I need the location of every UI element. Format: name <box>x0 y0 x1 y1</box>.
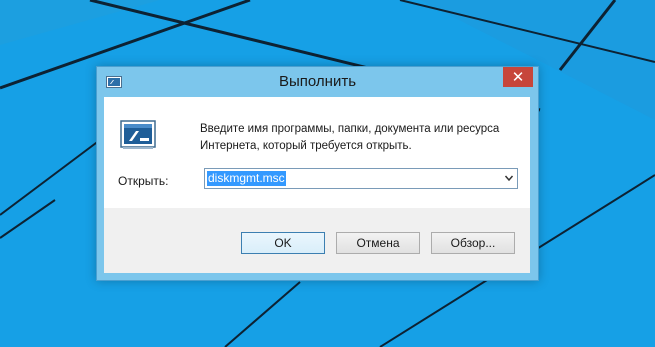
ok-button[interactable]: OK <box>241 232 325 254</box>
command-input[interactable]: diskmgmt.msc <box>204 168 518 189</box>
instruction-text: Введите имя программы, папки, документа … <box>200 123 500 152</box>
cancel-button[interactable]: Отмена <box>336 232 420 254</box>
run-icon <box>120 120 156 149</box>
button-area: OK Отмена Обзор... <box>104 208 530 273</box>
close-icon: ✕ <box>511 68 525 86</box>
dialog-body: Введите имя программы, папки, документа … <box>104 97 530 273</box>
open-label: Открыть: <box>118 174 169 188</box>
close-button[interactable]: ✕ <box>503 67 533 87</box>
run-dialog: Выполнить ✕ Введите имя программы, папки… <box>96 66 539 281</box>
chevron-down-icon[interactable] <box>504 172 514 184</box>
browse-button[interactable]: Обзор... <box>431 232 515 254</box>
command-value[interactable]: diskmgmt.msc <box>207 171 286 186</box>
window-title: Выполнить <box>278 73 357 90</box>
title-bar[interactable]: Выполнить ✕ <box>97 67 538 97</box>
